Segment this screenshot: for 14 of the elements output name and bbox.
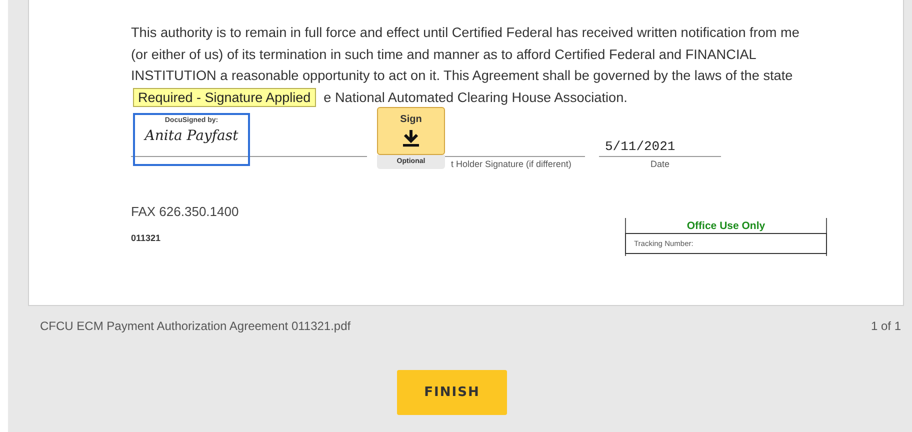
download-icon	[401, 129, 421, 147]
date-label: Date	[649, 158, 670, 168]
signature-line-label: t Holder Signature (if different)	[451, 158, 572, 168]
file-name: CFCU ECM Payment Authorization Agreement 011321.pdf	[40, 319, 351, 333]
finish-button[interactable]: FINISH	[397, 370, 507, 415]
page-count: 1 of 1	[870, 319, 901, 333]
signature-text: Anita Payfast	[144, 128, 238, 144]
date-value: 5/11/2021	[605, 138, 676, 154]
fax-number: FAX 626.350.1400	[131, 204, 240, 218]
document-code: 011321	[131, 232, 162, 242]
office-use-title: Office Use Only	[686, 218, 766, 232]
tooltip: Required - Signature Applied	[133, 88, 316, 106]
sign-button[interactable]: Sign	[377, 106, 445, 154]
paragraph-text: e National Automated Clearing House Association.	[324, 90, 628, 104]
